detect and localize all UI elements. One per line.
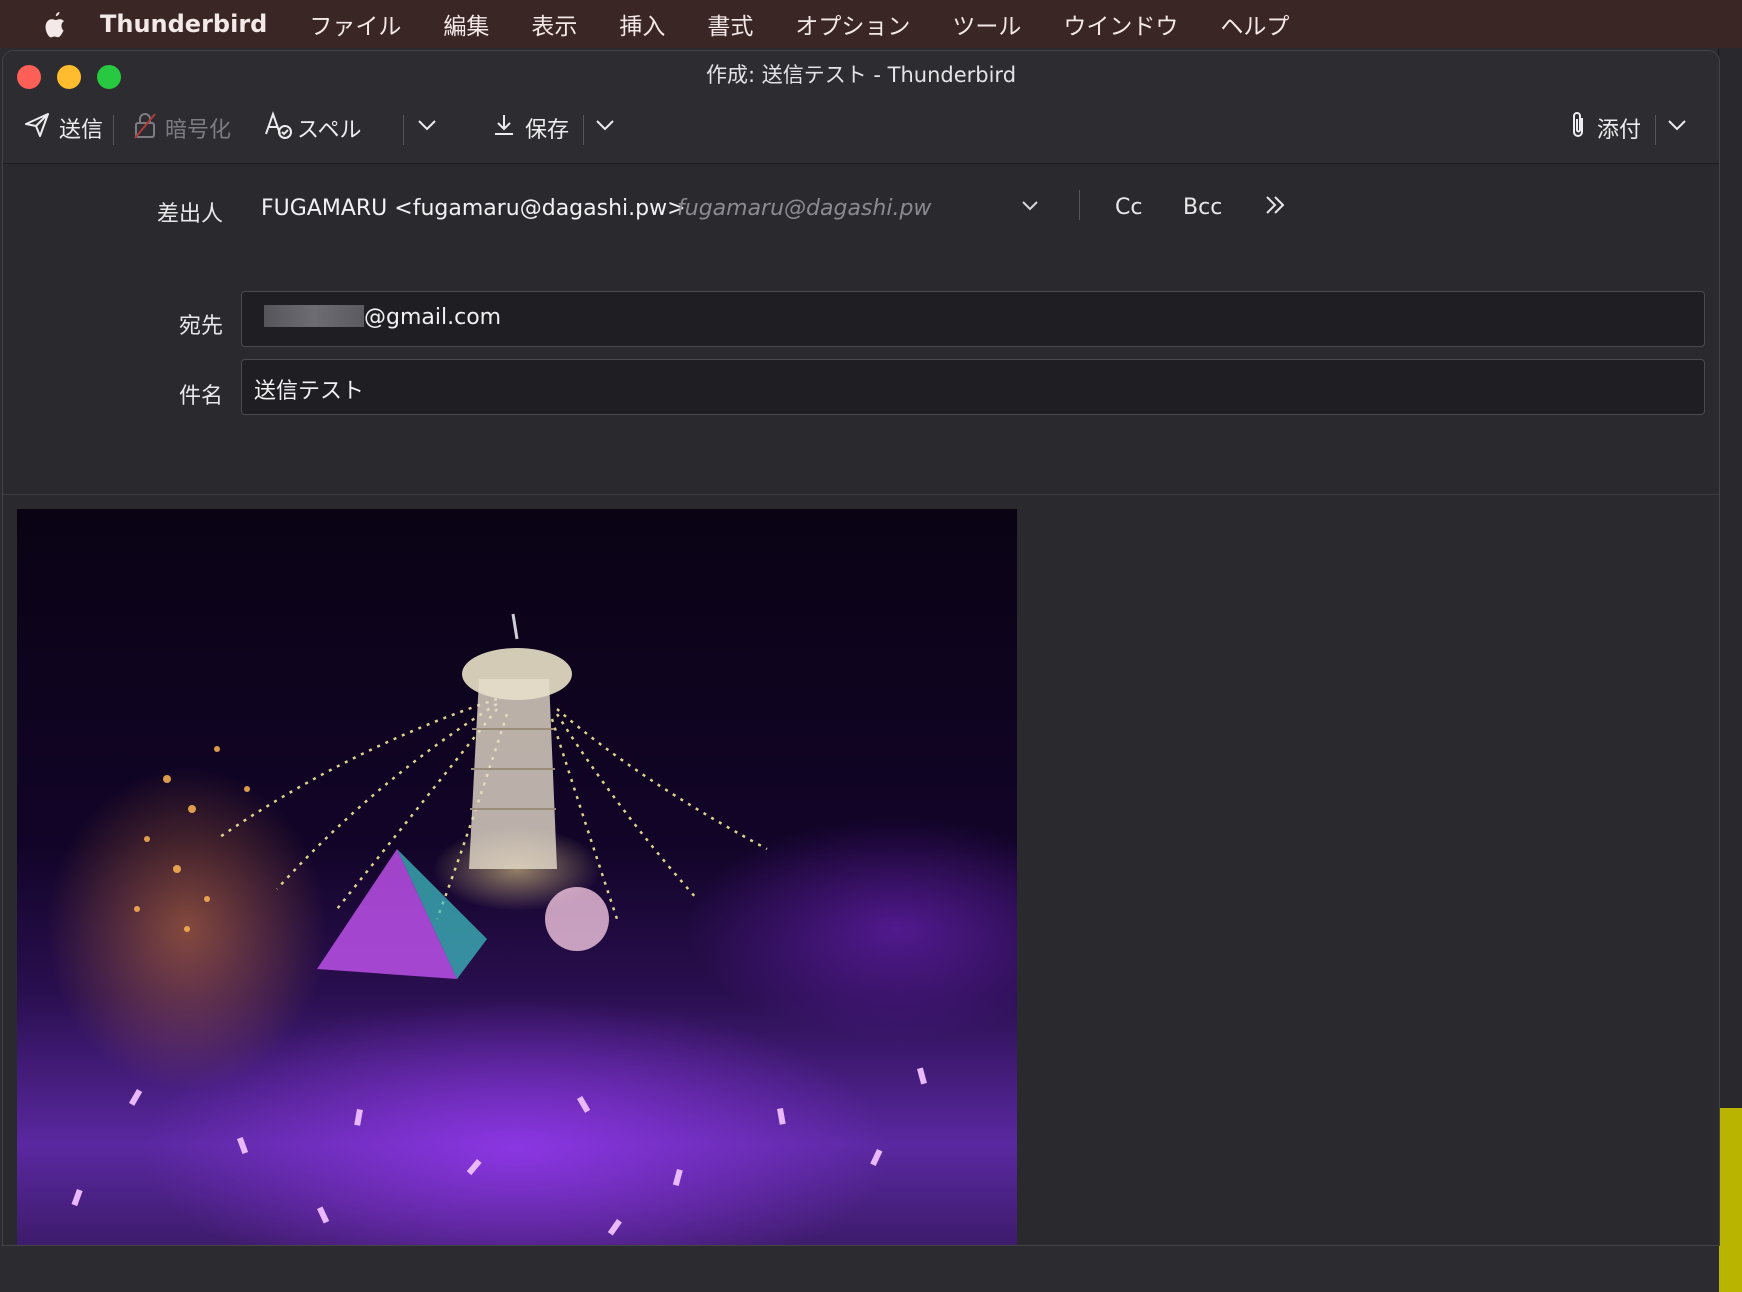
toolbar-separator (113, 115, 114, 145)
menu-help[interactable]: ヘルプ (1220, 7, 1289, 41)
to-value: @gmail.com (364, 305, 502, 330)
title-bar: 作成: 送信テスト - Thunderbird (3, 51, 1719, 97)
encrypt-label: 暗号化 (165, 118, 232, 143)
spell-button[interactable]: スペル (263, 107, 361, 149)
menu-bar: Thunderbird ファイル 編集 表示 挿入 書式 オプション ツール ウ… (0, 0, 1742, 48)
download-icon (491, 112, 517, 144)
compose-toolbar: 送信 暗号化 スペル 保存 添付 (3, 97, 1719, 164)
app-menu[interactable]: Thunderbird (100, 10, 267, 38)
encrypt-button[interactable]: 暗号化 (131, 107, 231, 149)
message-body[interactable] (3, 494, 1719, 1245)
window-title: 作成: 送信テスト - Thunderbird (705, 63, 1017, 87)
background-window (1718, 48, 1742, 1292)
toolbar-separator (403, 115, 404, 145)
save-label: 保存 (525, 118, 570, 143)
bcc-button[interactable]: Bcc (1183, 195, 1222, 220)
from-identity[interactable]: fugamaru@dagashi.pw (677, 196, 931, 221)
subject-field[interactable]: 送信テスト (241, 359, 1705, 415)
background-highlight (1719, 1108, 1742, 1292)
to-field[interactable]: @gmail.com (241, 291, 1705, 347)
toolbar-separator (1655, 115, 1656, 145)
save-dropdown[interactable] (593, 107, 617, 149)
lock-icon (131, 110, 159, 146)
from-select[interactable]: FUGAMARU <fugamaru@dagashi.pw> (261, 196, 686, 221)
photo-illumination (71, 613, 927, 1236)
subject-label: 件名 (178, 384, 223, 409)
apple-icon[interactable] (38, 8, 72, 40)
spell-label: スペル (297, 118, 362, 143)
from-label: 差出人 (156, 202, 223, 227)
send-button[interactable]: 送信 (23, 107, 103, 149)
to-label: 宛先 (178, 314, 223, 339)
cc-button[interactable]: Cc (1115, 195, 1142, 220)
save-button[interactable]: 保存 (491, 107, 569, 149)
attach-label: 添付 (1597, 118, 1642, 143)
toolbar-separator (583, 115, 584, 145)
menu-view[interactable]: 表示 (531, 7, 577, 41)
menu-window[interactable]: ウインドウ (1063, 7, 1178, 41)
send-label: 送信 (59, 118, 104, 143)
paperclip-icon (1567, 110, 1589, 146)
menu-format[interactable]: 書式 (707, 7, 753, 41)
chevron-down-icon (1665, 113, 1689, 143)
compose-window: 作成: 送信テスト - Thunderbird 送信 暗号化 スペル 保存 添付… (2, 50, 1720, 1246)
send-icon (23, 111, 51, 145)
compose-header: 差出人 FUGAMARU <fugamaru@dagashi.pw> fugam… (3, 164, 1719, 554)
spellcheck-icon (263, 110, 293, 146)
chevron-down-icon[interactable] (1019, 194, 1041, 220)
attach-dropdown[interactable] (1665, 107, 1689, 149)
menu-tools[interactable]: ツール (952, 7, 1021, 41)
menu-options[interactable]: オプション (795, 7, 910, 41)
inserted-photo[interactable] (17, 509, 1017, 1245)
attach-button[interactable]: 添付 (1567, 107, 1641, 149)
more-fields-icon[interactable] (1263, 192, 1287, 222)
spell-dropdown[interactable] (415, 107, 439, 149)
chevron-down-icon (593, 113, 617, 143)
menu-edit[interactable]: 編集 (443, 7, 489, 41)
menu-file[interactable]: ファイル (309, 7, 401, 41)
header-separator (1079, 190, 1080, 220)
chevron-down-icon (415, 113, 439, 143)
redacted-text (264, 305, 364, 327)
menu-insert[interactable]: 挿入 (619, 7, 665, 41)
subject-value: 送信テスト (254, 379, 365, 404)
